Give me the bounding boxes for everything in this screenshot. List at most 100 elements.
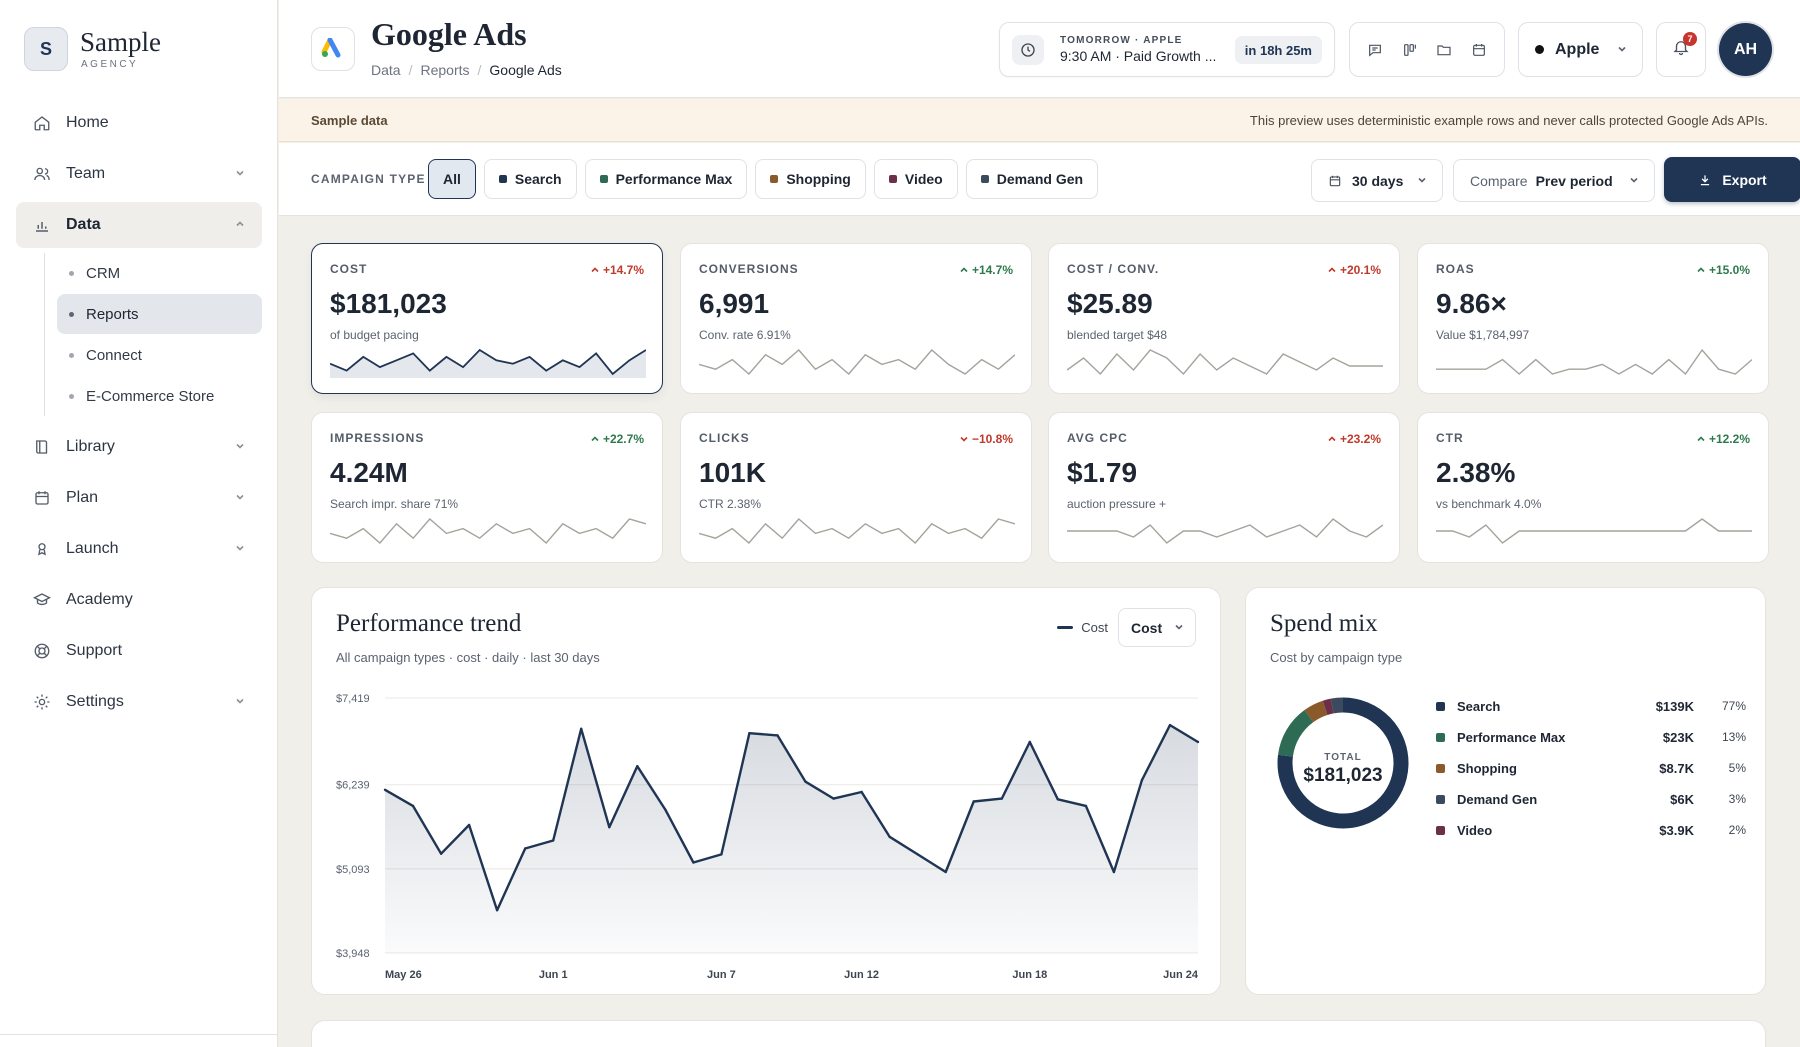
cost-point[interactable]	[860, 790, 863, 794]
chip-swatch	[980, 175, 989, 183]
cost-point[interactable]	[524, 847, 527, 850]
sparkline-line	[1436, 518, 1752, 544]
cost-point[interactable]	[439, 852, 443, 855]
cost-point[interactable]	[467, 823, 471, 827]
kpi-card-avg-cpc[interactable]: AVG CPC +23.2% $1.79 auction pressure +	[1048, 412, 1400, 563]
mix-row-demand-gen[interactable]: Demand Gen $6K 3%	[1436, 788, 1746, 810]
cost-point[interactable]	[636, 765, 639, 768]
kpi-card-cost-conv[interactable]: COST / CONV. +20.1% $25.89 blended target $…	[1048, 243, 1400, 394]
mix-row-search[interactable]: Search $139K 77%	[1436, 695, 1746, 717]
chip-video[interactable]: Video	[873, 159, 958, 199]
mix-row-shopping[interactable]: Shopping $8.7K 5%	[1436, 757, 1746, 779]
cost-point[interactable]	[580, 727, 583, 730]
cost-point[interactable]	[1168, 723, 1172, 727]
chat-icon[interactable]	[1361, 36, 1389, 64]
notifications-button[interactable]: 7	[1656, 22, 1706, 77]
avatar[interactable]: AH	[1719, 23, 1772, 76]
cost-point[interactable]	[692, 861, 695, 864]
cost-point[interactable]	[1084, 804, 1088, 808]
brand[interactable]: S Sample AGENCY	[24, 27, 161, 71]
cost-point[interactable]	[944, 870, 947, 874]
donut-slice-shopping[interactable]	[1304, 700, 1328, 723]
cost-point[interactable]	[1028, 740, 1031, 744]
kpi-subtext: CTR 2.38%	[699, 497, 762, 511]
date-range-select[interactable]: 30 days	[1311, 159, 1443, 202]
compare-value: Prev period	[1535, 172, 1613, 189]
x-tick-label: Jun 12	[844, 969, 879, 981]
nav-item-library[interactable]: Library	[16, 424, 262, 470]
mix-swatch	[1436, 825, 1445, 835]
calendar-icon	[1328, 174, 1342, 188]
nav-item-launch[interactable]: Launch	[16, 526, 262, 572]
compare-select[interactable]: Compare Prev period	[1453, 159, 1655, 202]
nav-label-team: Team	[66, 165, 106, 182]
breadcrumb-data[interactable]: Data	[371, 62, 401, 78]
chip-all[interactable]: All	[428, 159, 476, 199]
chip-label: Shopping	[786, 171, 851, 187]
export-button[interactable]: Export	[1664, 157, 1800, 202]
nav-item-home[interactable]: Home	[16, 100, 262, 146]
kpi-card-roas[interactable]: ROAS +15.0% 9.86× Value $1,784,997	[1417, 243, 1769, 394]
cost-point[interactable]	[1056, 798, 1059, 801]
donut-slice-video[interactable]	[1322, 698, 1334, 716]
donut-slice-demand-gen[interactable]	[1330, 697, 1344, 714]
nav-item-plan[interactable]: Plan	[16, 475, 262, 521]
kpi-sparkline	[330, 348, 646, 378]
cost-point[interactable]	[1112, 870, 1116, 874]
kpi-card-clicks[interactable]: CLICKS −10.8% 101K CTR 2.38%	[680, 412, 1032, 563]
mix-percent: 77%	[1721, 699, 1746, 713]
chip-shopping[interactable]: Shopping	[755, 159, 866, 199]
cost-point[interactable]	[1140, 779, 1144, 782]
mix-row-performance-max[interactable]: Performance Max $23K 13%	[1436, 726, 1746, 748]
cost-point[interactable]	[832, 797, 835, 800]
chevron-down-icon	[1416, 173, 1428, 189]
upcoming-event[interactable]: TOMORROW · APPLE 9:30 AM · Paid Growth .…	[999, 22, 1335, 77]
cost-point[interactable]	[608, 826, 611, 829]
nav-item-academy[interactable]: Academy	[16, 577, 262, 623]
kpi-card-impressions[interactable]: IMPRESSIONS +22.7% 4.24M Search impr. share…	[311, 412, 663, 563]
kpi-label: ROAS	[1436, 262, 1475, 276]
cost-point[interactable]	[972, 800, 975, 803]
kpi-value: 6,991	[699, 288, 770, 319]
sub-item-connect[interactable]: Connect	[57, 335, 262, 375]
sub-item-reports[interactable]: Reports	[57, 294, 262, 334]
chip-demand-gen[interactable]: Demand Gen	[965, 159, 1099, 199]
sample-data-notice: Sample data This preview uses determinis…	[279, 99, 1800, 142]
breadcrumb-reports[interactable]: Reports	[420, 62, 469, 78]
cost-point[interactable]	[888, 835, 891, 838]
cost-point[interactable]	[748, 732, 751, 735]
calendar-icon[interactable]	[1465, 36, 1493, 64]
sub-item-crm[interactable]: CRM	[57, 253, 262, 293]
cost-point[interactable]	[916, 853, 919, 856]
kpi-value: 101K	[699, 457, 766, 488]
nav-item-data[interactable]: Data	[16, 202, 262, 248]
cost-point[interactable]	[1000, 797, 1003, 800]
chip-search[interactable]: Search	[483, 159, 577, 199]
cost-point[interactable]	[804, 780, 807, 783]
kpi-value: 9.86×	[1436, 288, 1507, 319]
sparkline-line	[1436, 348, 1752, 376]
client-select[interactable]: Apple	[1518, 22, 1643, 77]
cost-point[interactable]	[411, 804, 415, 808]
kpi-card-conversions[interactable]: CONVERSIONS +14.7% 6,991 Conv. rate 6.91%	[680, 243, 1032, 394]
cost-point[interactable]	[720, 853, 723, 856]
mix-row-video[interactable]: Video $3.9K 2%	[1436, 819, 1746, 841]
nav-item-settings[interactable]: Settings	[16, 679, 262, 725]
cost-point[interactable]	[776, 734, 779, 737]
cost-point[interactable]	[552, 839, 555, 842]
kpi-card-ctr[interactable]: CTR +12.2% 2.38% vs benchmark 4.0%	[1417, 412, 1769, 563]
chip-performance-max[interactable]: Performance Max	[584, 159, 748, 199]
sub-item-ecommerce[interactable]: E-Commerce Store	[57, 376, 262, 416]
cost-point[interactable]	[383, 788, 387, 791]
donut-slice-performance-max[interactable]	[1278, 710, 1314, 758]
cost-point[interactable]	[1196, 740, 1200, 744]
kanban-icon[interactable]	[1396, 36, 1424, 64]
nav-item-team[interactable]: Team	[16, 151, 262, 197]
sidebar-divider	[0, 1034, 278, 1035]
kpi-subtext: Search impr. share 71%	[330, 497, 459, 511]
folder-icon[interactable]	[1430, 36, 1458, 64]
nav-item-support[interactable]: Support	[16, 628, 262, 674]
kpi-card-cost[interactable]: COST +14.7% $181,023 of budget pacing	[311, 243, 663, 394]
cost-point[interactable]	[664, 808, 667, 811]
cost-point[interactable]	[495, 909, 499, 912]
